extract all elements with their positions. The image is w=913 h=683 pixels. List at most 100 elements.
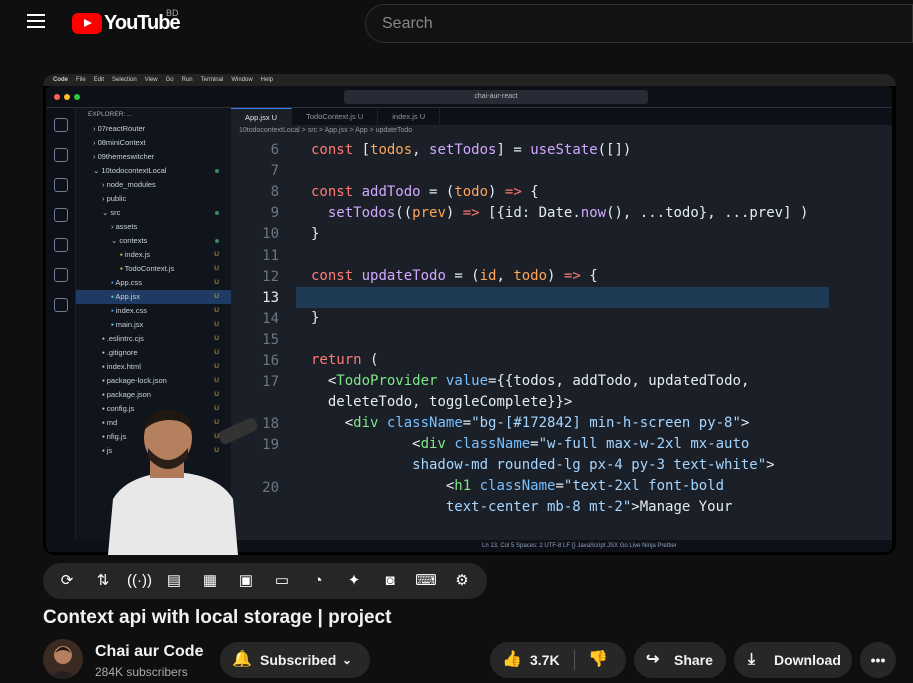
modified-dot	[215, 239, 219, 243]
editor-tab[interactable]: App.jsx U	[231, 108, 293, 125]
channel-avatar[interactable]	[43, 639, 83, 679]
mac-menu-item: Edit	[93, 77, 105, 83]
presenter-webcam	[108, 409, 258, 555]
tree-item-label: App.jsx	[115, 292, 140, 301]
subscribe-button[interactable]: 🔔 Subscribed ⌄	[220, 642, 370, 678]
untracked-badge: U	[214, 349, 219, 356]
window-controls	[54, 94, 80, 100]
tree-item[interactable]: › assets	[76, 220, 231, 234]
preview-icon[interactable]: ▤	[163, 571, 185, 591]
mac-menu-bar: Code File Edit Selection View Go Run Terminal Wi…	[43, 74, 896, 86]
clapper-icon[interactable]: ▦	[199, 571, 221, 591]
share-label: Share	[674, 652, 713, 668]
broadcast-icon[interactable]: ((·))	[127, 571, 152, 591]
tree-item[interactable]: ▪ App.jsx U	[76, 290, 231, 304]
line-number: 12	[262, 268, 279, 285]
mac-menu-item: Code	[53, 77, 68, 83]
tree-item[interactable]: ▪ App.css U	[76, 276, 231, 290]
speed-icon[interactable]: ◔	[307, 571, 329, 591]
tree-item[interactable]: ⌄ contexts	[76, 234, 231, 248]
run-icon	[53, 208, 68, 222]
mac-menu-item: Terminal	[200, 77, 224, 83]
line-number: 15	[262, 331, 279, 348]
untracked-badge: U	[214, 391, 219, 398]
code-line: <div className="bg-[#172842] min-h-scree…	[311, 415, 750, 431]
tree-item[interactable]: ▪ index.js U	[76, 248, 231, 262]
code-line: <div className="w-full max-w-2xl mx-auto	[311, 436, 750, 452]
share-button[interactable]: ↪ Share	[634, 642, 726, 678]
code-line: const addTodo = (todo) => {	[311, 184, 539, 200]
tree-item[interactable]: › public	[76, 192, 231, 206]
sort-icon[interactable]: ⇅	[92, 571, 114, 591]
masthead: YouTube BD Search	[0, 0, 913, 46]
tree-item-label: 09themeswitcher	[97, 152, 155, 161]
editor-tab[interactable]: index.js U	[378, 108, 441, 125]
sparkle-icon[interactable]: ✦	[343, 571, 365, 591]
video-player[interactable]: Code File Edit Selection View Go Run Terminal Wi…	[43, 74, 896, 555]
channel-name[interactable]: Chai aur Code	[95, 643, 203, 661]
tree-item[interactable]: ⌄ 10todocontextLocal	[76, 164, 231, 178]
line-number: 8	[270, 184, 279, 201]
tree-item[interactable]: › 07reactRouter	[76, 122, 231, 136]
keyboard-icon[interactable]: ⌨	[415, 571, 437, 591]
code-line: deleteTodo, toggleComplete}}>	[327, 394, 573, 410]
tree-item-label: 07reactRouter	[97, 124, 146, 133]
mac-menu-item: Run	[181, 77, 193, 83]
tree-item[interactable]: ▪ TodoContext.js U	[76, 262, 231, 276]
like-button[interactable]: 👍	[502, 642, 522, 678]
untracked-badge: U	[214, 363, 219, 370]
tree-item-label: contexts	[119, 236, 148, 245]
picture-in-picture-icon[interactable]: ▣	[235, 571, 257, 591]
chevron-down-icon: ⌄	[342, 653, 353, 667]
screenshot-icon[interactable]: ◙	[379, 571, 401, 591]
status-text: Ln 13, Col 5 Spaces: 2 UTF-8 LF {} JavaS…	[482, 543, 677, 549]
tree-item-label: main.jsx	[115, 320, 144, 329]
bell-icon: 🔔	[232, 651, 252, 668]
download-button[interactable]: ⤓ Download	[734, 642, 852, 678]
untracked-badge: U	[214, 279, 219, 286]
mac-menu-item: View	[144, 77, 158, 83]
code-editor: 6 7 8 9 10 11 12 13 14 15 16 17 18 19 20 const [todos,…	[231, 140, 892, 540]
code-line: <TodoProvider value={{todos, addTodo, up…	[311, 373, 750, 389]
tree-item[interactable]: › node_modules	[76, 178, 231, 192]
untracked-badge: U	[214, 265, 219, 272]
code-line: setTodos((prev) => [{id: Date.now(), ...…	[327, 205, 809, 221]
tree-item[interactable]: ▪ package-lock.json U	[76, 374, 231, 388]
tree-item-label: App.css	[115, 278, 143, 287]
youtube-logo[interactable]: YouTube BD	[72, 8, 181, 34]
video-title: Context api with local storage | project	[43, 607, 392, 628]
source-control-icon	[53, 178, 68, 192]
menu-icon[interactable]	[27, 14, 45, 28]
dislike-button[interactable]: 👎	[588, 642, 608, 678]
files-icon	[53, 118, 68, 132]
mac-menu-item: File	[76, 77, 86, 83]
more-actions-button[interactable]: •••	[860, 642, 896, 678]
tree-item[interactable]: ▪ main.jsx U	[76, 318, 231, 332]
tree-item[interactable]: ▪ index.css U	[76, 304, 231, 318]
subtitles-icon[interactable]: ▭	[271, 571, 293, 591]
tree-item[interactable]: ▪ index.html U	[76, 360, 231, 374]
settings-icon[interactable]: ⚙	[451, 571, 473, 591]
tree-item-label: package.json	[106, 390, 151, 399]
tree-item[interactable]: ▪ package.json U	[76, 388, 231, 402]
tree-item-label: .eslintrc.cjs	[106, 334, 144, 343]
mac-menu-item: Selection	[112, 77, 137, 83]
tree-item-label: index.js	[124, 250, 151, 259]
tree-item[interactable]: ▪ .eslintrc.cjs U	[76, 332, 231, 346]
editor-tab[interactable]: TodoContext.js U	[292, 108, 379, 125]
search-icon	[53, 148, 68, 162]
tree-item-label: 10todocontextLocal	[101, 166, 167, 175]
tree-item[interactable]: › 08miniContext	[76, 136, 231, 150]
tree-item-label: TodoContext.js	[124, 264, 175, 273]
loop-icon[interactable]: ⟳	[56, 571, 78, 591]
tree-item[interactable]: › 09themeswitcher	[76, 150, 231, 164]
line-number: 7	[270, 163, 279, 180]
subscriber-count: 284K subscribers	[95, 665, 188, 679]
search-input[interactable]: Search	[365, 4, 913, 43]
line-number: 13	[262, 289, 279, 306]
line-number: 9	[270, 205, 279, 222]
tree-item-label: 08miniContext	[97, 138, 146, 147]
tree-item[interactable]: ▪ .gitignore U	[76, 346, 231, 360]
line-number: 11	[262, 247, 279, 264]
tree-item[interactable]: ⌄ src	[76, 206, 231, 220]
